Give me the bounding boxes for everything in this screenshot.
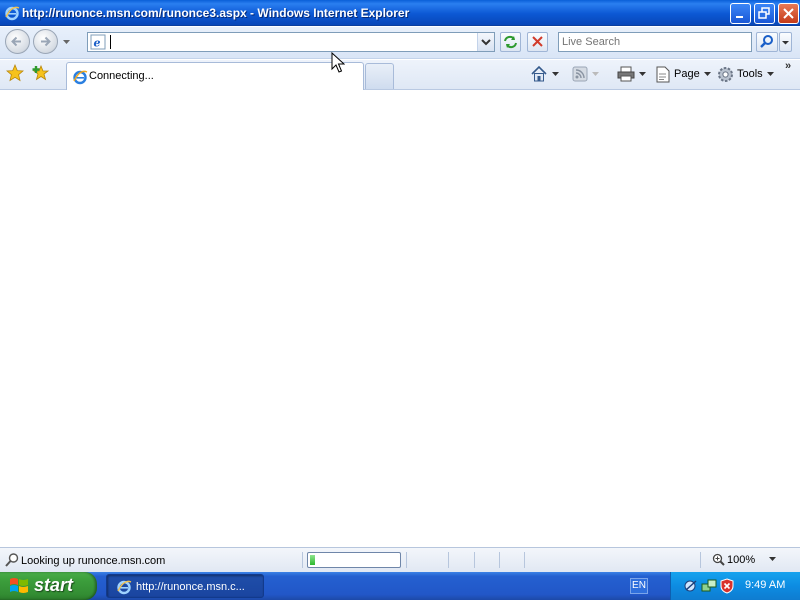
zoom-icon bbox=[712, 553, 725, 566]
page-icon bbox=[656, 66, 670, 82]
gear-icon bbox=[718, 66, 733, 82]
taskbar-item-ie[interactable]: http://runonce.msn.c... bbox=[106, 574, 264, 598]
search-box[interactable] bbox=[558, 32, 752, 52]
minimize-icon bbox=[736, 16, 743, 18]
add-favorites-icon[interactable] bbox=[32, 64, 50, 82]
stop-icon bbox=[532, 36, 543, 47]
status-divider bbox=[448, 552, 449, 568]
status-divider bbox=[406, 552, 407, 568]
zoom-level: 100% bbox=[727, 553, 756, 566]
tab-label: Connecting... bbox=[89, 70, 154, 82]
status-divider bbox=[302, 552, 303, 568]
ie-icon bbox=[73, 70, 88, 85]
address-bar[interactable]: e bbox=[87, 32, 495, 52]
start-label: start bbox=[34, 575, 74, 595]
back-arrow-icon bbox=[11, 36, 21, 47]
taskbar-item-label: http://runonce.msn.c... bbox=[136, 581, 245, 593]
home-button[interactable] bbox=[530, 64, 559, 84]
svg-text:e: e bbox=[94, 37, 101, 50]
mouse-cursor-icon bbox=[331, 52, 345, 73]
status-bar: Looking up runonce.msn.com 100% bbox=[0, 547, 800, 572]
close-button[interactable] bbox=[778, 3, 799, 24]
status-divider bbox=[700, 552, 701, 568]
printer-icon bbox=[617, 66, 635, 82]
address-dropdown-button[interactable] bbox=[477, 33, 494, 51]
restore-button[interactable] bbox=[754, 3, 775, 24]
lookup-icon bbox=[5, 553, 19, 567]
favorites-star-icon[interactable] bbox=[6, 64, 24, 82]
page-content[interactable] bbox=[0, 91, 800, 547]
page-menu-label: Page bbox=[674, 68, 700, 80]
forward-button[interactable] bbox=[33, 29, 58, 54]
refresh-button[interactable] bbox=[500, 32, 521, 52]
search-icon bbox=[760, 35, 773, 48]
chevron-down-icon bbox=[703, 71, 711, 76]
clock: 9:49 AM bbox=[745, 579, 786, 591]
rss-feed-icon bbox=[572, 66, 588, 82]
tools-menu-label: Tools bbox=[737, 68, 763, 80]
title-bar[interactable]: http://runonce.msn.com/runonce3.aspx - W… bbox=[0, 0, 800, 26]
network-icon[interactable] bbox=[683, 578, 699, 594]
address-toolbar: e bbox=[0, 27, 800, 59]
status-divider bbox=[499, 552, 500, 568]
language-indicator[interactable]: EN bbox=[630, 578, 648, 594]
chevron-down-icon bbox=[592, 71, 599, 76]
progress-fill bbox=[310, 555, 315, 565]
status-divider bbox=[524, 552, 525, 568]
connection-icon[interactable] bbox=[701, 578, 717, 594]
chevron-down-icon bbox=[782, 41, 789, 45]
search-input[interactable] bbox=[562, 35, 748, 49]
tab-toolbar: Connecting... Page Tools » bbox=[0, 60, 800, 90]
search-button[interactable] bbox=[756, 32, 778, 52]
zoom-control[interactable]: 100% bbox=[712, 553, 777, 566]
back-button[interactable] bbox=[5, 29, 30, 54]
print-button[interactable] bbox=[617, 64, 646, 84]
status-text: Looking up runonce.msn.com bbox=[21, 555, 166, 567]
new-tab-button[interactable] bbox=[365, 63, 394, 89]
status-divider bbox=[474, 552, 475, 568]
chevron-down-icon bbox=[769, 557, 777, 561]
text-caret bbox=[110, 35, 111, 49]
refresh-icon bbox=[504, 35, 517, 49]
window-title: http://runonce.msn.com/runonce3.aspx - W… bbox=[22, 6, 410, 20]
security-shield-icon[interactable] bbox=[719, 578, 735, 594]
feeds-button[interactable] bbox=[572, 64, 599, 84]
ie-page-icon: e bbox=[90, 34, 106, 50]
address-input[interactable] bbox=[108, 34, 466, 50]
system-tray: 9:49 AM bbox=[670, 572, 800, 600]
chevron-down-icon bbox=[552, 71, 559, 76]
chevron-down-icon bbox=[639, 71, 646, 76]
tools-menu-button[interactable]: Tools bbox=[717, 64, 774, 84]
ie-icon bbox=[5, 6, 20, 21]
minimize-button[interactable] bbox=[730, 3, 751, 24]
forward-arrow-icon bbox=[41, 36, 51, 47]
chevron-overflow-icon[interactable]: » bbox=[785, 60, 791, 72]
tab-connecting[interactable]: Connecting... bbox=[66, 62, 364, 90]
chevron-down-icon bbox=[481, 39, 491, 46]
chevron-down-icon bbox=[766, 71, 774, 76]
stop-button[interactable] bbox=[527, 32, 548, 52]
recent-pages-dropdown-icon[interactable] bbox=[62, 39, 71, 45]
search-options-button[interactable] bbox=[779, 32, 792, 52]
windows-logo-icon bbox=[10, 578, 28, 593]
close-icon bbox=[783, 8, 794, 19]
ie-icon bbox=[117, 580, 132, 595]
taskbar: start http://runonce.msn.c... EN 9:49 AM bbox=[0, 572, 800, 600]
home-icon bbox=[531, 65, 547, 82]
loading-progress-bar bbox=[307, 552, 401, 568]
page-menu-button[interactable]: Page bbox=[655, 64, 711, 84]
start-button[interactable]: start bbox=[0, 572, 97, 600]
restore-icon bbox=[758, 7, 770, 19]
